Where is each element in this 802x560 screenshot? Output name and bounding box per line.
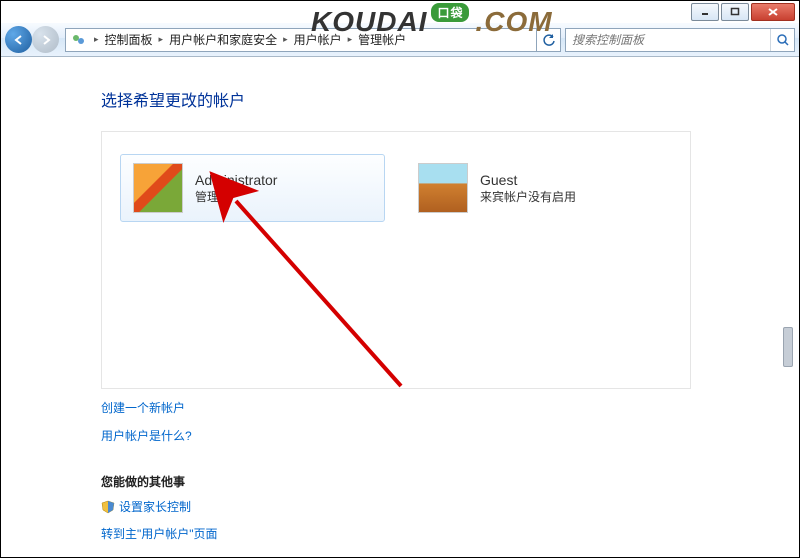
- link-goto-main-page[interactable]: 转到主"用户帐户"页面: [101, 525, 218, 542]
- close-button[interactable]: [751, 3, 795, 21]
- minimize-button[interactable]: [691, 3, 719, 21]
- account-name: Administrator: [195, 172, 277, 188]
- account-administrator[interactable]: Administrator 管理员: [120, 154, 385, 222]
- accounts-container: Administrator 管理员 Guest 来宾帐户没有启用: [101, 131, 691, 389]
- link-create-account[interactable]: 创建一个新帐户: [101, 399, 185, 416]
- breadcrumb-item[interactable]: 控制面板: [103, 31, 155, 48]
- chevron-right-icon: ▸: [90, 34, 103, 45]
- account-desc: 来宾帐户没有启用: [480, 188, 576, 205]
- other-things-heading: 您能做的其他事: [101, 473, 799, 490]
- breadcrumb[interactable]: ▸ 控制面板 ▸ 用户帐户和家庭安全 ▸ 用户帐户 ▸ 管理帐户: [65, 28, 561, 52]
- search-box[interactable]: [565, 28, 795, 52]
- forward-button[interactable]: [32, 26, 59, 53]
- link-parental-controls[interactable]: 设置家长控制: [119, 498, 191, 515]
- search-icon[interactable]: [770, 29, 794, 51]
- maximize-button[interactable]: [721, 3, 749, 21]
- search-input[interactable]: [566, 33, 770, 47]
- shield-icon: [101, 500, 115, 514]
- refresh-button[interactable]: [536, 29, 560, 51]
- account-picture-icon: [418, 163, 468, 213]
- account-guest[interactable]: Guest 来宾帐户没有启用: [405, 154, 670, 222]
- back-button[interactable]: [5, 26, 32, 53]
- main-content: 选择希望更改的帐户 Administrator 管理员 Guest 来宾帐户没有…: [1, 57, 799, 557]
- link-what-is-account[interactable]: 用户帐户是什么?: [101, 427, 192, 444]
- chevron-right-icon: ▸: [344, 34, 357, 45]
- breadcrumb-item[interactable]: 管理帐户: [356, 31, 408, 48]
- account-picture-icon: [133, 163, 183, 213]
- user-accounts-icon: [68, 30, 88, 50]
- account-desc: 管理员: [195, 188, 277, 205]
- page-title: 选择希望更改的帐户: [101, 87, 799, 111]
- breadcrumb-item[interactable]: 用户帐户和家庭安全: [167, 31, 279, 48]
- breadcrumb-item[interactable]: 用户帐户: [292, 31, 344, 48]
- scrollbar[interactable]: [781, 117, 797, 547]
- navigation-bar: ▸ 控制面板 ▸ 用户帐户和家庭安全 ▸ 用户帐户 ▸ 管理帐户: [1, 23, 799, 57]
- window-controls: [691, 3, 795, 21]
- account-name: Guest: [480, 172, 576, 188]
- scrollbar-thumb[interactable]: [783, 327, 793, 367]
- chevron-right-icon: ▸: [279, 34, 292, 45]
- chevron-right-icon: ▸: [155, 34, 168, 45]
